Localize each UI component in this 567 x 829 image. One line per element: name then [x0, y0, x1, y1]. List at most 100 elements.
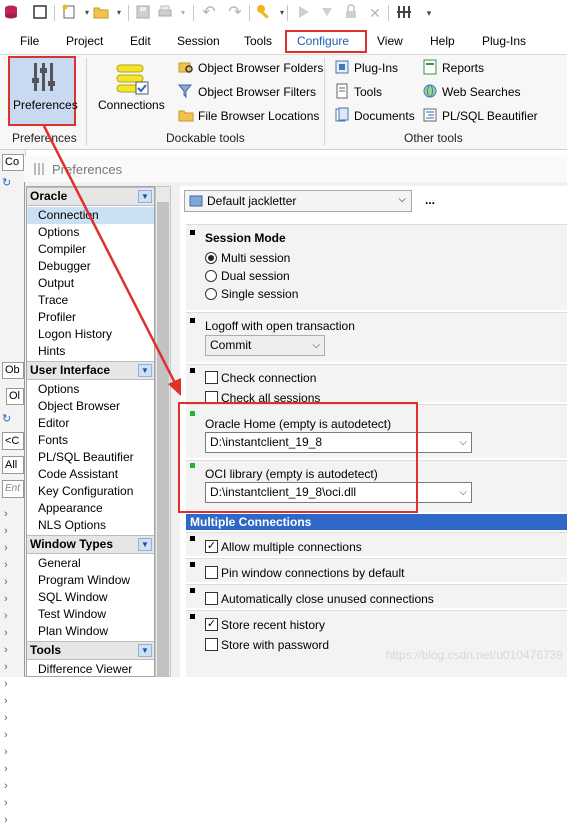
plugins-button[interactable]: Plug-Ins [334, 58, 398, 78]
run-icon[interactable] [294, 4, 312, 22]
tree-item-plan-window[interactable]: Plan Window [27, 623, 154, 640]
multi-session-radio[interactable] [205, 252, 217, 264]
dropdown-icon[interactable]: ▾ [273, 4, 291, 22]
pin-window-checkbox[interactable] [205, 566, 218, 579]
store-history-checkbox[interactable]: ✓ [205, 618, 218, 631]
tree-group-user-interface[interactable]: User Interface ▼ [27, 361, 154, 380]
object-browser-folders-button[interactable]: Object Browser Folders [178, 58, 323, 78]
tree-group-tools[interactable]: Tools ▼ [27, 641, 154, 660]
bg-all-objects[interactable]: All [2, 456, 24, 474]
tree-group-window-types[interactable]: Window Types ▼ [27, 535, 154, 554]
dropdown-icon[interactable]: ▾ [110, 4, 128, 22]
tree-item-profiler[interactable]: Profiler [27, 309, 154, 326]
menu-file[interactable]: File [20, 34, 39, 48]
tree-item-options[interactable]: Options [27, 224, 154, 241]
file-browser-locations-button[interactable]: File Browser Locations [178, 106, 319, 126]
refresh-icon[interactable]: ↻ [2, 412, 11, 425]
bg-current-user[interactable]: <C [2, 432, 24, 450]
allow-multiple-label[interactable]: Allow multiple connections [221, 540, 362, 554]
menu-configure[interactable]: Configure [297, 34, 349, 48]
tree-item-test-window[interactable]: Test Window [27, 606, 154, 623]
bg-filter-combo[interactable]: Ol [6, 388, 24, 405]
auto-close-label[interactable]: Automatically close unused connections [221, 592, 434, 606]
dual-session-label[interactable]: Dual session [221, 269, 290, 283]
tree-item-output[interactable]: Output [27, 275, 154, 292]
store-history-label[interactable]: Store recent history [221, 618, 325, 632]
check-connection-label[interactable]: Check connection [221, 371, 316, 385]
dual-session-radio[interactable] [205, 270, 217, 282]
store-password-checkbox[interactable] [205, 638, 218, 651]
connections-button[interactable]: Connections [96, 58, 168, 118]
tree-item-appearance[interactable]: Appearance [27, 500, 154, 517]
tree-item-plsql-beautifier[interactable]: PL/SQL Beautifier [27, 449, 154, 466]
undo-icon[interactable]: ↶ [200, 4, 218, 22]
new-icon[interactable] [60, 4, 78, 22]
tree-item-sql-window[interactable]: SQL Window [27, 589, 154, 606]
checkbox-icon[interactable] [31, 4, 49, 22]
more-button[interactable]: ... [420, 190, 440, 212]
tree-item-key-configuration[interactable]: Key Configuration [27, 483, 154, 500]
dropdown-icon[interactable]: ▾ [174, 4, 192, 22]
reports-button[interactable]: Reports [422, 58, 484, 78]
profile-combo[interactable]: Default jackletter ⌵ [184, 190, 412, 212]
tree-item-debugger[interactable]: Debugger [27, 258, 154, 275]
tree-item-connection[interactable]: Connection [27, 207, 154, 224]
menu-edit[interactable]: Edit [130, 34, 151, 48]
tree-item-object-browser[interactable]: Object Browser [27, 398, 154, 415]
key-icon[interactable] [255, 4, 273, 22]
collapse-icon[interactable]: ▼ [138, 538, 152, 551]
auto-close-checkbox[interactable] [205, 592, 218, 605]
lock-icon[interactable] [342, 4, 360, 22]
tree-group-oracle[interactable]: Oracle ▼ [27, 187, 154, 206]
menu-project[interactable]: Project [66, 34, 103, 48]
collapse-icon[interactable]: ▼ [138, 364, 152, 377]
preferences-button[interactable]: Preferences [8, 56, 78, 126]
store-password-label[interactable]: Store with password [221, 638, 329, 652]
refresh-icon[interactable]: ↻ [2, 176, 11, 189]
tree-item-code-assistant[interactable]: Code Assistant [27, 466, 154, 483]
tree-scrollbar-thumb[interactable] [157, 202, 169, 677]
web-searches-button[interactable]: Web Searches [422, 82, 521, 102]
tree-item-compiler[interactable]: Compiler [27, 241, 154, 258]
redo-icon[interactable]: ↷ [226, 4, 244, 22]
single-session-label[interactable]: Single session [221, 287, 298, 301]
print-icon[interactable] [156, 4, 174, 22]
collapse-icon[interactable]: ▼ [138, 644, 152, 657]
columns-icon[interactable] [395, 4, 413, 22]
dropdown-icon[interactable]: ▾ [420, 4, 438, 22]
documents-button[interactable]: Documents [334, 106, 415, 126]
object-browser-filters-button[interactable]: Object Browser Filters [177, 82, 316, 102]
tools-button[interactable]: Tools [334, 82, 382, 102]
save-icon[interactable] [134, 4, 152, 22]
tree-item-difference-viewer[interactable]: Difference Viewer [27, 661, 154, 676]
tree-item-logon-history[interactable]: Logon History [27, 326, 154, 343]
tree-item-general[interactable]: General [27, 555, 154, 572]
execute-icon[interactable] [318, 4, 336, 22]
collapse-icon[interactable]: ▼ [138, 190, 152, 203]
tree-item-program-window[interactable]: Program Window [27, 572, 154, 589]
tree-item-hints[interactable]: Hints [27, 343, 154, 360]
plsql-beautifier-button[interactable]: PL/SQL Beautifier [422, 106, 538, 126]
tree-item-ui-options[interactable]: Options [27, 381, 154, 398]
tree-item-nls-options[interactable]: NLS Options [27, 517, 154, 534]
menu-tools[interactable]: Tools [244, 34, 272, 48]
menu-view[interactable]: View [377, 34, 403, 48]
bg-connection-combo[interactable]: Co [2, 154, 24, 171]
tree-item-fonts[interactable]: Fonts [27, 432, 154, 449]
check-connection-checkbox[interactable] [205, 371, 218, 384]
tree-item-editor[interactable]: Editor [27, 415, 154, 432]
multi-session-label[interactable]: Multi session [221, 251, 290, 265]
bg-enter-filter[interactable]: Ent [2, 480, 24, 498]
clear-icon[interactable]: ✕ [366, 4, 384, 22]
allow-multiple-checkbox[interactable]: ✓ [205, 540, 218, 553]
single-session-radio[interactable] [205, 288, 217, 300]
menu-session[interactable]: Session [177, 34, 220, 48]
logoff-select[interactable]: Commit ⌵ [205, 335, 325, 356]
pin-window-label[interactable]: Pin window connections by default [221, 566, 404, 580]
tree-item-trace[interactable]: Trace [27, 292, 154, 309]
bg-object-combo[interactable]: Ob [2, 362, 24, 379]
menu-plugins[interactable]: Plug-Ins [482, 34, 526, 48]
db-icon[interactable] [2, 4, 20, 22]
open-folder-icon[interactable] [92, 4, 110, 22]
menu-help[interactable]: Help [430, 34, 455, 48]
